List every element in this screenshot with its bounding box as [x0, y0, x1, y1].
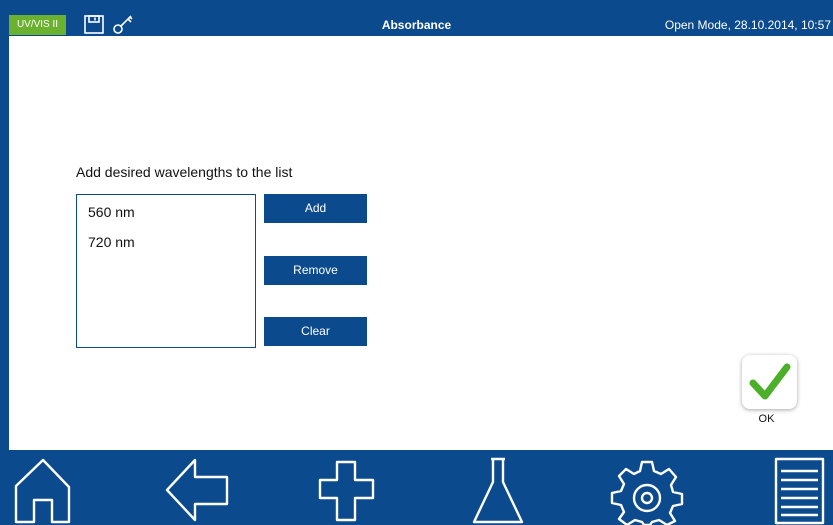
content-panel: Add desired wavelengths to the list 560 …	[9, 36, 833, 450]
gear-icon[interactable]	[610, 456, 684, 525]
ok-label: OK	[758, 413, 775, 425]
wavelength-list[interactable]: 560 nm 720 nm	[76, 194, 256, 348]
back-arrow-icon[interactable]	[163, 456, 233, 525]
clear-button[interactable]: Clear	[264, 317, 367, 346]
add-button[interactable]: Add	[264, 194, 367, 223]
bottom-nav	[0, 450, 833, 525]
list-menu-icon[interactable]	[772, 456, 827, 525]
list-item[interactable]: 560 nm	[77, 197, 255, 227]
ok-button[interactable]	[742, 355, 797, 409]
instruction-text: Add desired wavelengths to the list	[76, 164, 293, 180]
top-bar: UV/VIS II Absorbance Open Mode, 28.10.20…	[0, 0, 833, 36]
add-plus-icon[interactable]	[317, 456, 377, 525]
home-icon[interactable]	[12, 456, 72, 525]
list-item[interactable]: 720 nm	[77, 227, 255, 257]
remove-button[interactable]: Remove	[264, 256, 367, 285]
status-text: Open Mode, 28.10.2014, 10:57	[664, 18, 831, 32]
flask-icon[interactable]	[470, 456, 526, 525]
checkmark-icon	[749, 363, 791, 400]
